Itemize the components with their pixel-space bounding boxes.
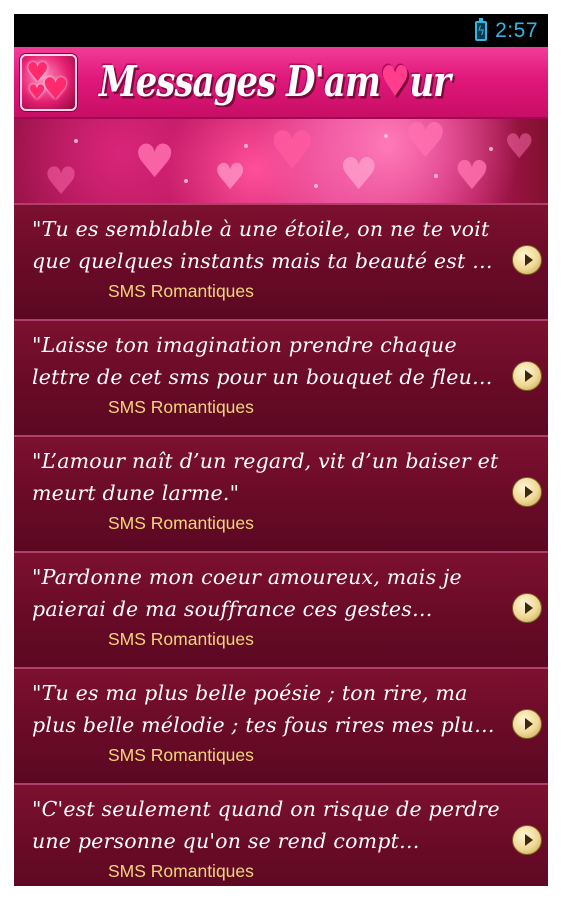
- device-screen: ϟ 2:57 ♥ ♥ ♥ Messages D'am♥ur ♥ ♥ ♥ ♥ ♥ …: [14, 14, 548, 886]
- list-item[interactable]: "Tu es semblable à une étoile, on ne te …: [14, 203, 548, 319]
- list-item[interactable]: "L’amour naît d’un regard, vit d’un bais…: [14, 435, 548, 551]
- status-clock: 2:57: [495, 18, 538, 42]
- message-text: "C'est seulement quand on risque de perd…: [32, 797, 500, 853]
- chevron-right-icon[interactable]: [512, 825, 542, 855]
- messages-list: "Tu es semblable à une étoile, on ne te …: [14, 203, 548, 886]
- list-item[interactable]: "Pardonne mon coeur amoureux, mais je pa…: [14, 551, 548, 667]
- chevron-right-icon[interactable]: [512, 477, 542, 507]
- chevron-right-icon[interactable]: [512, 709, 542, 739]
- list-item[interactable]: "C'est seulement quand on risque de perd…: [14, 783, 548, 886]
- message-text: "L’amour naît d’un regard, vit d’un bais…: [32, 449, 499, 505]
- list-item[interactable]: "Laisse ton imagination prendre chaque l…: [14, 319, 548, 435]
- hearts-banner-image: ♥ ♥ ♥ ♥ ♥ ♥ ♥ ♥: [14, 119, 548, 203]
- status-bar: ϟ 2:57: [14, 14, 548, 47]
- message-category: SMS Romantiques: [108, 513, 254, 533]
- list-item[interactable]: "Tu es ma plus belle poésie ; ton rire, …: [14, 667, 548, 783]
- message-text: "Tu es semblable à une étoile, on ne te …: [32, 217, 493, 273]
- app-title: Messages D'am♥ur: [99, 57, 451, 107]
- app-title-text: Messages D'am: [99, 57, 381, 107]
- message-category: SMS Romantiques: [108, 629, 254, 649]
- message-category: SMS Romantiques: [108, 397, 254, 417]
- chevron-right-icon[interactable]: [512, 361, 542, 391]
- message-text: "Laisse ton imagination prendre chaque l…: [32, 333, 493, 389]
- message-category: SMS Romantiques: [108, 745, 254, 765]
- app-bar: ♥ ♥ ♥ Messages D'am♥ur: [14, 47, 548, 119]
- message-text: "Tu es ma plus belle poésie ; ton rire, …: [32, 681, 495, 737]
- app-title-text-end: ur: [409, 57, 451, 107]
- hearts-app-icon[interactable]: ♥ ♥ ♥: [20, 53, 77, 111]
- chevron-right-icon[interactable]: [512, 593, 542, 623]
- battery-charging-icon: ϟ: [475, 17, 488, 41]
- message-category: SMS Romantiques: [108, 861, 254, 881]
- message-text: "Pardonne mon coeur amoureux, mais je pa…: [32, 565, 462, 621]
- message-category: SMS Romantiques: [108, 281, 254, 301]
- heart-icon: ♥: [379, 57, 411, 107]
- chevron-right-icon[interactable]: [512, 245, 542, 275]
